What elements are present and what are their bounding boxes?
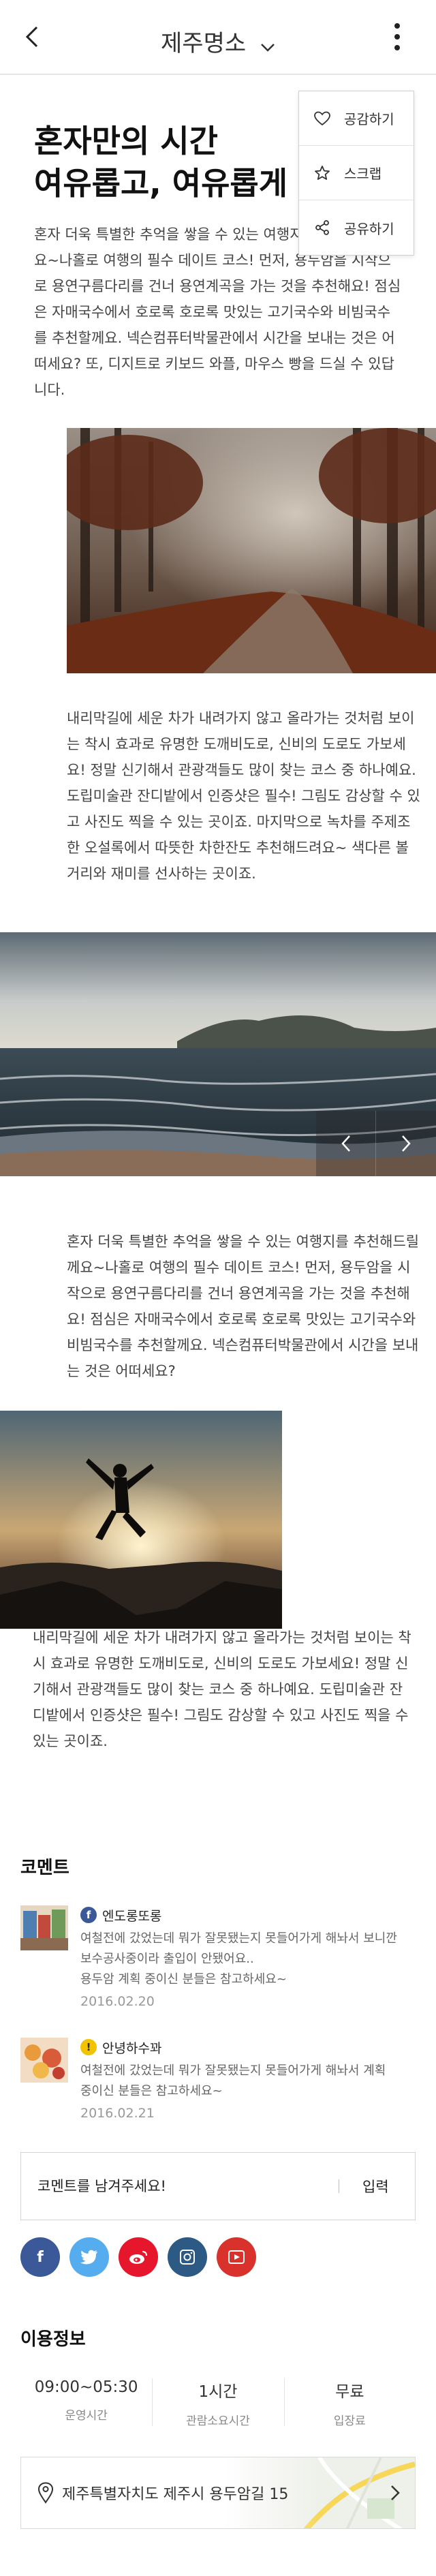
more-options-button[interactable] [392,23,402,53]
comment-submit-button[interactable]: 입력 [362,2176,389,2196]
divider [284,2378,285,2426]
menu-item-label: 공감하기 [344,111,394,127]
divider [152,2378,153,2426]
facebook-icon: f [80,1907,97,1923]
comment-text: 여철전에 갔었는데 뭐가 잘못됐는지 못들어가게 해놔서 계획 중이신 분들은 … [80,2061,421,2102]
location-pin-icon [37,2482,54,2504]
comment-author-name: 엔도롱또롱 [102,1908,162,1924]
chevron-down-icon [260,31,275,59]
share-buttons: f [20,2237,266,2277]
menu-item-label: 공유하기 [344,220,394,237]
comment-text-line: 보수공사중이라 출입이 안됐어요.. [80,1952,254,1966]
menu-item-label: 스크랩 [344,166,382,182]
info-hours: 09:00~05:30 운영시간 [20,2378,152,2428]
chevron-right-icon [402,1135,411,1152]
comment-body: ! 안녕하수꽈 여철전에 갔었는데 뭐가 잘못됐는지 못들어가게 해놔서 계획 … [80,2038,421,2121]
twitter-share-button[interactable] [69,2237,109,2277]
comment-text-line: 여철전에 갔었는데 뭐가 잘못됐는지 못들어가게 해놔서 계획 [80,2064,386,2078]
chevron-left-icon [341,1135,350,1152]
article-paragraph-3: 혼자 더욱 특별한 추억을 쌓을 수 있는 여행지를 추천해드릴께요~나홀로 여… [67,1233,420,1379]
heart-icon [314,111,330,125]
address-text: 제주특별자치도 제주시 용두암길 15 [62,2486,289,2503]
comment-body: f 엔도롱또롱 여철전에 갔었는데 뭐가 잘못됐는지 못들어가게 해놔서 보니깐… [80,1905,421,2009]
info-duration-label: 관람소요시간 [186,2414,250,2428]
comment-input[interactable] [37,2178,310,2194]
jumping-person-sunset-image [0,1411,282,1629]
share-icon [315,220,329,235]
info-fee-value: 무료 [335,2383,364,2401]
comment-author: ! 안녕하수꽈 [80,2038,421,2057]
page-title: 제주명소 [161,30,247,57]
article-paragraph-2: 내리막길에 세운 차가 내려가지 않고 올라가는 것처럼 보이는 착시 효과로 … [67,710,420,882]
article-paragraph-4: 내리막길에 세운 차가 내려가지 않고 올라가는 것처럼 보이는 착시 효과로 … [33,1629,411,1749]
comment-date: 2016.02.21 [80,2106,155,2121]
location-selector[interactable]: 제주명소 [0,25,436,59]
menu-item-scrap[interactable]: 스크랩 [299,146,414,200]
instagram-share-button[interactable] [168,2237,207,2277]
kakao-icon: ! [80,2039,97,2055]
comment-input-box: 입력 [20,2152,416,2220]
info-hours-label: 운영시간 [65,2409,108,2423]
star-icon [315,165,330,180]
map-address-link[interactable]: 제주특별자치도 제주시 용두암길 15 [20,2457,416,2529]
info-fee: 무료 입장료 [284,2378,416,2428]
youtube-share-button[interactable] [217,2237,256,2277]
weibo-icon [129,2251,147,2264]
info-fee-label: 입장료 [333,2414,366,2428]
vertical-dots-icon-dot [394,34,400,40]
facebook-icon: f [37,2248,44,2266]
instagram-icon [180,2250,195,2265]
forest-path-image [67,428,436,673]
comment-author-name: 안녕하수꽈 [102,2040,162,2056]
info-section-title: 이용정보 [20,2329,86,2350]
info-duration: 1시간 관람소요시간 [152,2378,283,2428]
top-app-bar: 제주명소 [0,0,436,75]
twitter-icon [80,2250,97,2265]
comment-text-line: 여철전에 갔었는데 뭐가 잘못됐는지 못들어가게 해놔서 보니깐 [80,1931,397,1946]
comment-date: 2016.02.20 [80,1994,155,2009]
comments-section-title: 코멘트 [20,1858,69,1878]
carousel-next-button[interactable] [376,1111,436,1176]
comment-thumbnail [20,2038,68,2083]
menu-item-share[interactable]: 공유하기 [299,200,414,255]
comment-thumbnail [20,1905,68,1950]
comment-text-line: 중이신 분들은 참고하세요~ [80,2084,223,2098]
info-summary: 09:00~05:30 운영시간 1시간 관람소요시간 무료 입장료 [20,2378,416,2428]
info-hours-value: 09:00~05:30 [34,2378,138,2396]
vertical-dots-icon [394,23,400,29]
facebook-share-button[interactable]: f [20,2237,60,2277]
carousel-prev-button[interactable] [316,1111,376,1176]
options-popup-menu: 공감하기 스크랩 공유하기 [298,91,414,256]
weibo-share-button[interactable] [119,2237,158,2277]
comment-text-line: 용두암 계획 중이신 분들은 참고하세요~ [80,1972,287,1987]
info-duration-value: 1시간 [198,2383,238,2401]
comment-author: f 엔도롱또롱 [80,1905,421,1925]
comment-text: 여철전에 갔었는데 뭐가 잘못됐는지 못들어가게 해놔서 보니깐 보수공사중이라… [80,1929,421,1990]
vertical-dots-icon-dot [394,45,400,50]
menu-item-like[interactable]: 공감하기 [299,91,414,146]
chevron-right-icon [391,2485,400,2500]
youtube-icon [228,2250,245,2264]
